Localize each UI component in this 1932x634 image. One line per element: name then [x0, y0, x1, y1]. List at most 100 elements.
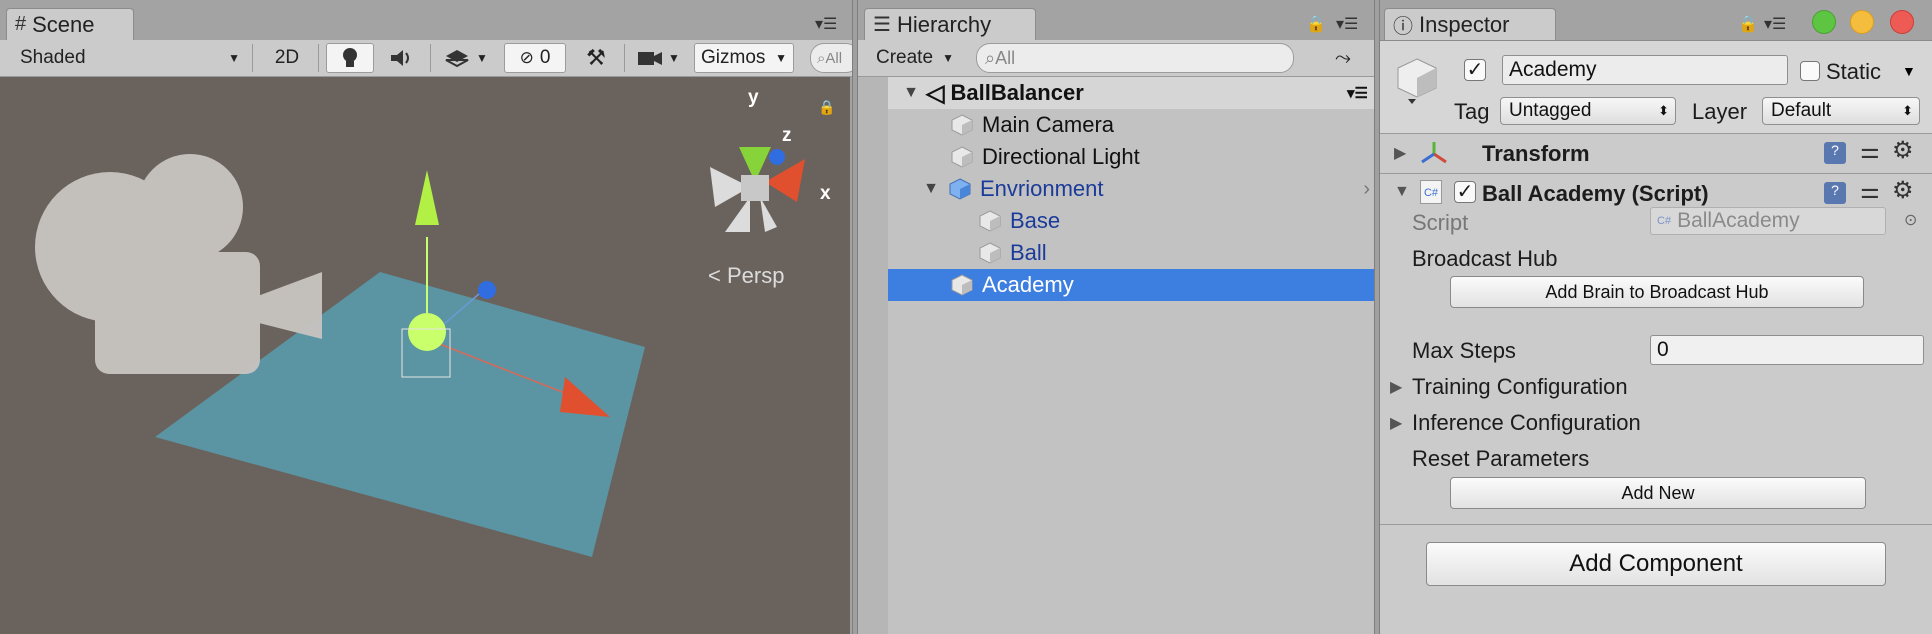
scene-row[interactable]: ▼ ◁ BallBalancer ▾☰: [858, 77, 1376, 109]
panel-menu-icon[interactable]: ▾☰: [815, 14, 837, 34]
panel-splitter[interactable]: [1374, 0, 1380, 634]
hierarchy-toolbar: Create ▼ ⌕ All ⤳: [858, 40, 1376, 77]
add-component-label: Add Component: [1569, 550, 1743, 577]
static-dropdown-arrow-icon[interactable]: ▼: [1902, 63, 1916, 79]
dropdown-arrow-icon: ▼: [775, 51, 787, 65]
layer-value: Default: [1771, 100, 1832, 121]
scene-search-input[interactable]: ⌕ All: [810, 43, 855, 73]
add-new-button[interactable]: Add New: [1450, 477, 1866, 509]
expand-triangle-icon[interactable]: ▶: [1390, 413, 1402, 433]
static-label: Static: [1826, 59, 1882, 84]
object-picker-icon[interactable]: ⊙: [1904, 210, 1917, 230]
list-item[interactable]: Directional Light: [858, 141, 1376, 173]
camera-dropdown[interactable]: ▼: [630, 43, 686, 73]
window-minimize-button[interactable]: [1850, 10, 1874, 34]
add-new-button-label: Add New: [1621, 482, 1695, 503]
inspector-panel: ⓘ Inspector 🔒 ▾☰ ✓ Academy Static ▼ Tag …: [1380, 0, 1932, 634]
tag-dropdown[interactable]: Untagged ⬍: [1500, 97, 1676, 125]
tab-scene-label: Scene: [32, 11, 95, 37]
presets-icon[interactable]: ⚌: [1860, 178, 1880, 204]
create-dropdown[interactable]: Create ▼: [868, 43, 956, 73]
object-name-input[interactable]: Academy: [1502, 55, 1788, 85]
audio-toggle[interactable]: [378, 43, 426, 73]
ball-object: [408, 313, 446, 351]
add-component-button[interactable]: Add Component: [1426, 542, 1886, 586]
hierarchy-search-placeholder: All: [995, 47, 1016, 68]
list-item[interactable]: ▼ Envrionment ›: [858, 173, 1376, 205]
lock-icon[interactable]: 🔒: [1306, 14, 1326, 34]
layer-dropdown[interactable]: Default ⬍: [1762, 97, 1920, 125]
gizmos-dropdown[interactable]: Gizmos ▼: [694, 43, 794, 73]
collapse-triangle-icon[interactable]: ▼: [1394, 183, 1410, 201]
gameobject-large-icon: [1397, 58, 1437, 104]
panel-menu-icon[interactable]: ▾☰: [1347, 84, 1368, 102]
expand-triangle-icon[interactable]: ▶: [1394, 143, 1406, 163]
mode-2d-button[interactable]: 2D: [262, 43, 312, 73]
hidden-objects-toggle[interactable]: ⊘ 0: [504, 43, 566, 73]
camera-gizmo-icon: [35, 154, 322, 374]
projection-toggle[interactable]: < Persp: [708, 263, 784, 289]
grid-icon: #: [15, 13, 27, 35]
divider: [430, 44, 431, 72]
divider: [624, 44, 625, 72]
max-steps-input[interactable]: 0: [1650, 335, 1924, 365]
presets-icon[interactable]: ⚌: [1860, 138, 1880, 164]
component-label: Ball Academy (Script): [1482, 181, 1709, 206]
shading-mode-dropdown[interactable]: Shaded ▼: [10, 43, 246, 73]
tab-scene[interactable]: # Scene: [6, 8, 134, 40]
sort-button[interactable]: ⤳: [1320, 43, 1366, 73]
dropdown-arrow-icon: ▼: [228, 51, 240, 65]
csharp-script-icon: C#: [1420, 180, 1442, 204]
help-icon[interactable]: ?: [1824, 182, 1846, 204]
training-config-foldout[interactable]: ▶ Training Configuration: [1380, 372, 1920, 402]
active-checkbox[interactable]: ✓: [1464, 59, 1486, 81]
lighting-toggle[interactable]: [326, 43, 374, 73]
help-icon[interactable]: ?: [1824, 142, 1846, 164]
panel-menu-icon[interactable]: ▾☰: [1764, 14, 1786, 34]
scene-canvas: [35, 147, 805, 557]
speaker-icon: [391, 50, 409, 66]
transform-icon: [1421, 142, 1447, 164]
scene-toolbar: Shaded ▼ 2D ▼ ⊘ 0 ⚒ ▼ Gizmos ▼ ⌕ All: [0, 40, 855, 77]
object-header: ✓ Academy Static ▼ Tag Untagged ⬍ Layer …: [1380, 41, 1932, 133]
scene-viewport[interactable]: y z x 🔒 < Persp: [0, 77, 850, 634]
lock-icon[interactable]: 🔒: [818, 99, 835, 116]
static-checkbox[interactable]: [1800, 61, 1820, 81]
search-icon: ⌕: [817, 49, 826, 67]
tools-icon: ⚒: [586, 45, 606, 70]
list-item-selected[interactable]: Academy: [858, 269, 1376, 301]
tab-inspector[interactable]: ⓘ Inspector: [1384, 8, 1556, 40]
info-icon: ⓘ: [1393, 16, 1413, 38]
gear-icon[interactable]: ⚙: [1892, 136, 1914, 165]
divider: [1380, 524, 1932, 525]
axis-x-label: x: [820, 183, 831, 204]
expand-triangle-icon[interactable]: ▼: [920, 180, 942, 198]
tab-hierarchy-label: Hierarchy: [896, 11, 992, 37]
window-close-button[interactable]: [1890, 10, 1914, 34]
list-item-label: Envrionment: [980, 176, 1104, 201]
scene-search-placeholder: All: [825, 49, 843, 67]
expand-triangle-icon[interactable]: ▶: [1390, 377, 1402, 397]
training-config-label: Training Configuration: [1412, 374, 1628, 399]
inference-config-foldout[interactable]: ▶ Inference Configuration: [1380, 408, 1920, 438]
panel-menu-icon[interactable]: ▾☰: [1336, 14, 1358, 34]
transform-component-header[interactable]: ▶ Transform ? ⚌ ⚙: [1380, 134, 1932, 172]
add-brain-button-label: Add Brain to Broadcast Hub: [1545, 281, 1769, 302]
component-enabled-checkbox[interactable]: ✓: [1454, 181, 1476, 203]
list-item[interactable]: Ball: [858, 237, 1376, 269]
lock-icon[interactable]: 🔒: [1738, 14, 1758, 34]
tab-hierarchy[interactable]: ☰ Hierarchy: [864, 8, 1036, 40]
hierarchy-search-input[interactable]: ⌕ All: [976, 43, 1294, 73]
window-maximize-button[interactable]: [1812, 10, 1836, 34]
tools-button[interactable]: ⚒: [572, 43, 620, 73]
add-brain-button[interactable]: Add Brain to Broadcast Hub: [1450, 276, 1864, 308]
y-axis-arrow: [415, 170, 439, 225]
gear-icon[interactable]: ⚙: [1892, 176, 1914, 205]
effects-dropdown[interactable]: ▼: [436, 43, 496, 73]
list-item[interactable]: Base: [858, 205, 1376, 237]
expand-triangle-icon[interactable]: ▼: [900, 84, 922, 102]
chevron-right-icon[interactable]: ›: [1363, 178, 1370, 201]
list-item-label: Ball: [1010, 240, 1047, 265]
list-item[interactable]: Main Camera: [858, 109, 1376, 141]
script-value: BallAcademy: [1677, 209, 1800, 232]
